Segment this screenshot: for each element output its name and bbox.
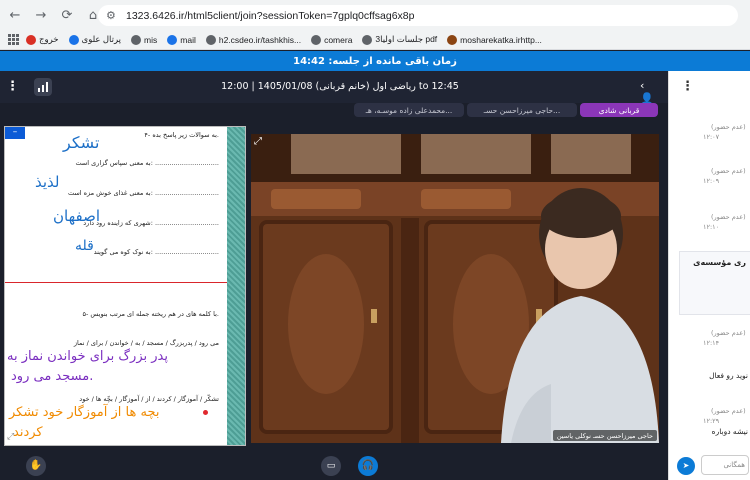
message-time: ۱۲:۲۹ (703, 417, 720, 425)
slide-text-line: شهری که زاینده رود دارد: ...............… (83, 219, 219, 227)
slide-text-line: می رود / پدربزرگ / مسجد / به / خواندن / … (73, 339, 219, 347)
slide-text-line: ۴- به سوالات زیر پاسخ بده. (144, 131, 219, 139)
bookmark-item[interactable]: mis (131, 34, 157, 45)
bookmark-icon (131, 34, 142, 45)
site-info-icon[interactable]: ⚙ (106, 9, 126, 22)
handwriting-annotation: کردند (13, 425, 43, 440)
handwriting-annotation: مسجد می رود. (11, 369, 94, 384)
bookmark-item[interactable]: جلسات اولیا3 pdf (362, 34, 437, 45)
message-time: ۱۲:۰۷ (703, 133, 720, 141)
bookmark-icon (447, 34, 458, 45)
bookmark-icon (311, 34, 322, 45)
meeting-title: ریاضی اول (خانم قربانی) 1405/01/08 | 12:… (221, 81, 459, 92)
handwriting-annotation: اصفهان (53, 207, 100, 225)
browser-toolbar: ← → ⟳ ⌂ ⚙ 1323.6426.ir/html5client/join?… (0, 0, 750, 30)
bookmark-item[interactable]: h2.csdeo.ir/tashkhis... (205, 34, 301, 45)
slide-text-line: به معنی سپاس گزاری است: ................… (75, 159, 219, 167)
camera-off-icon[interactable]: ▭ (321, 456, 341, 476)
divider-line (5, 282, 227, 283)
bookmark-item[interactable]: خروج (26, 34, 59, 45)
user-list-toggle-icon[interactable]: ‹ 👤 (640, 79, 656, 105)
session-time-banner: زمان باقی مانده از جلسه: 14:42 (0, 51, 750, 71)
slide-text-line: ۵- با کلمه های در هم ریخته جمله ای مرتب … (82, 310, 219, 318)
notice-text: ری مؤسسه‌ی (693, 258, 746, 267)
bookmark-item[interactable]: پرتال علوی (68, 34, 121, 45)
pointer-dot (203, 410, 208, 415)
slide-text-line: به نوک کوه می گویند: ...................… (93, 248, 219, 256)
expand-video-icon[interactable]: ⤢ (254, 136, 262, 147)
options-menu-icon[interactable]: ⋮ (6, 79, 19, 95)
bookmark-icon (167, 34, 178, 45)
video-frame-image (251, 134, 659, 443)
minimize-presentation-icon[interactable]: – (5, 127, 25, 139)
message-status: (عدم حضور) (711, 213, 746, 221)
meeting-app: زمان باقی مانده از جلسه: 14:42 ⋮ ریاضی ا… (0, 51, 750, 480)
action-bar: ✋ ▭ 🎧 (0, 451, 668, 480)
presentation-slide[interactable]: – ۴- به سوالات زیر پاسخ بده. به معنی سپا… (4, 126, 246, 446)
message-time: ۱۲:۰۹ (703, 177, 720, 185)
message-time: ۱۲:۱۰ (703, 223, 720, 231)
handwriting-annotation: قله (75, 238, 94, 254)
presenter-tag[interactable]: حاجی میرزاحسن حسـ... (467, 103, 577, 117)
back-icon[interactable]: ← (4, 4, 26, 26)
raise-hand-icon[interactable]: ✋ (26, 456, 46, 476)
chat-input[interactable]: همگانی (701, 455, 749, 475)
message-text: نوید رو فعال (709, 371, 748, 380)
presenter-tag[interactable]: محمدعلی زاده موسـه، هـ... (354, 103, 464, 117)
bookmark-icon (362, 34, 373, 45)
presenter-tag[interactable]: قربانی شادی (580, 103, 658, 117)
reload-icon[interactable]: ⟳ (56, 4, 78, 26)
slide-decor-strip (227, 127, 245, 445)
message-status: (عدم حضور) (711, 167, 746, 175)
forward-icon[interactable]: → (30, 4, 52, 26)
handwriting-annotation: لذیذ (35, 173, 60, 191)
send-message-icon[interactable]: ➤ (677, 457, 695, 475)
slide-text-line: تشکّر / آموزگار / کردند / از / آموزگار /… (79, 395, 219, 403)
message-status: (عدم حضور) (711, 123, 746, 131)
bookmark-icon (68, 34, 79, 45)
bookmark-item[interactable]: mail (167, 34, 196, 45)
headset-icon[interactable]: 🎧 (358, 456, 378, 476)
chat-options-icon[interactable]: ⋮ (681, 79, 694, 94)
handwriting-annotation: پدر بزرگ برای خواندن نماز به (7, 349, 168, 364)
apps-grid-icon[interactable] (8, 33, 20, 46)
message-status: (عدم حضور) (711, 407, 746, 415)
presenters-bar: قربانی شادی حاجی میرزاحسن حسـ... محمدعلی… (0, 103, 668, 121)
stats-icon[interactable] (34, 78, 52, 96)
message-time: ۱۲:۱۴ (703, 339, 720, 347)
chat-panel: ⋮ (عدم حضور) ۱۲:۰۷ (عدم حضور) ۱۲:۰۹ (عدم… (668, 71, 750, 480)
bookmark-item[interactable]: mosharekatka.irhttp... (447, 34, 542, 45)
bookmark-icon (26, 34, 36, 45)
bookmarks-bar: خروج پرتال علوی mis mail h2.csdeo.ir/tas… (0, 30, 750, 50)
address-bar[interactable]: ⚙ 1323.6426.ir/html5client/join?sessionT… (98, 5, 738, 26)
handwriting-annotation: تشکر (63, 133, 100, 152)
slide-text-line: به معنی غذای خوش مزه است: ..............… (67, 189, 219, 197)
url-text: 1323.6426.ir/html5client/join?sessionTok… (126, 9, 415, 22)
bookmark-icon (205, 34, 216, 45)
message-status: (عدم حضور) (711, 329, 746, 337)
meeting-topbar: ⋮ ریاضی اول (خانم قربانی) 1405/01/08 | 1… (0, 71, 668, 105)
message-text: نیشه دوباره (711, 427, 748, 436)
bookmark-item[interactable]: comera (311, 34, 352, 45)
chat-notice-card: ری مؤسسه‌ی (679, 251, 750, 315)
video-name-tag: حاجی میرزاحسن حسـ نوکلی یاسین (552, 430, 657, 441)
handwriting-annotation: بچه ها از آموزگار خود تشکر (9, 405, 160, 420)
webcam-video[interactable]: ⤢ حاجی میرزاحسن حسـ نوکلی یاسین (251, 134, 659, 443)
fullscreen-slide-icon[interactable]: ⤢ (7, 432, 14, 442)
